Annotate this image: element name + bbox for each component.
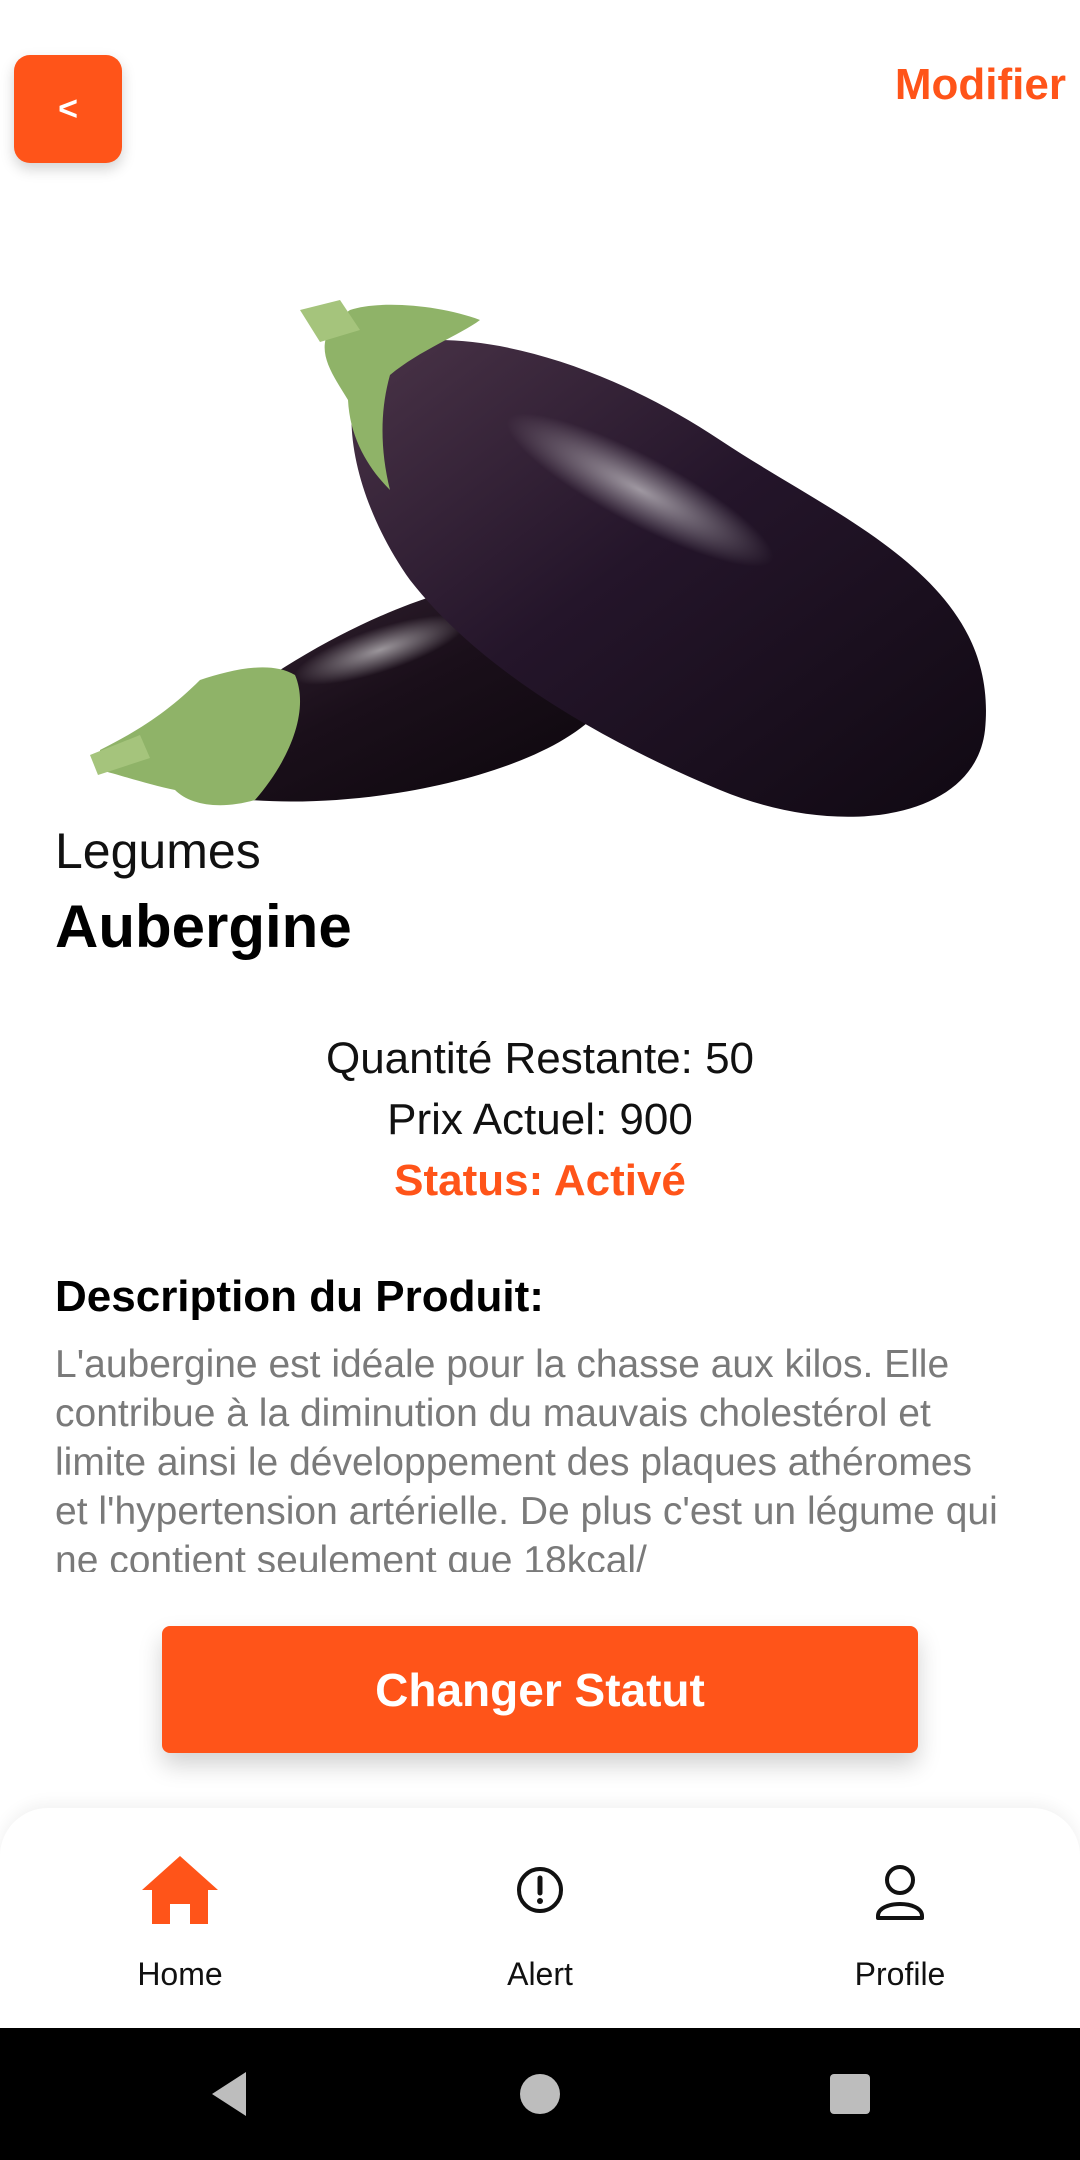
alert-icon [517,1867,563,1913]
product-stats: Quantité Restante: 50 Prix Actuel: 900 S… [0,1028,1080,1211]
description-title: Description du Produit: [55,1272,544,1321]
change-status-button[interactable]: Changer Statut [162,1626,918,1753]
system-home-icon[interactable] [508,2062,572,2126]
nav-item-alert[interactable]: Alert [430,1848,650,1993]
change-status-label: Changer Statut [375,1663,705,1716]
nav-item-profile[interactable]: Profile [790,1848,1010,1993]
nav-label-home: Home [137,1956,223,1992]
quantity-text: Quantité Restante: 50 [325,1034,755,1083]
back-button[interactable]: < [14,55,122,163]
status-text: Status: Activé [394,1156,686,1205]
system-back-icon[interactable] [198,2062,262,2126]
bottom-navigation: Home Alert Profile [0,1808,1080,2028]
nav-item-home[interactable]: Home [70,1848,290,1993]
system-recents-icon[interactable] [818,2062,882,2126]
product-name: Aubergine [55,893,352,960]
nav-label-profile: Profile [854,1956,946,1992]
home-icon [142,1856,218,1924]
product-image [90,300,986,817]
nav-label-alert: Alert [507,1956,573,1992]
product-detail-screen: < Modifier Legumes Aubergine Quantité Re… [0,0,1080,2160]
description-text[interactable]: L'aubergine est idéale pour la chasse au… [55,1340,1015,1572]
price-text: Prix Actuel: 900 [387,1095,693,1144]
back-button-label: < [58,89,78,128]
system-navigation-bar [0,2028,1080,2160]
profile-icon [876,1865,924,1920]
modify-button[interactable]: Modifier [895,60,1066,110]
product-category: Legumes [55,823,261,879]
